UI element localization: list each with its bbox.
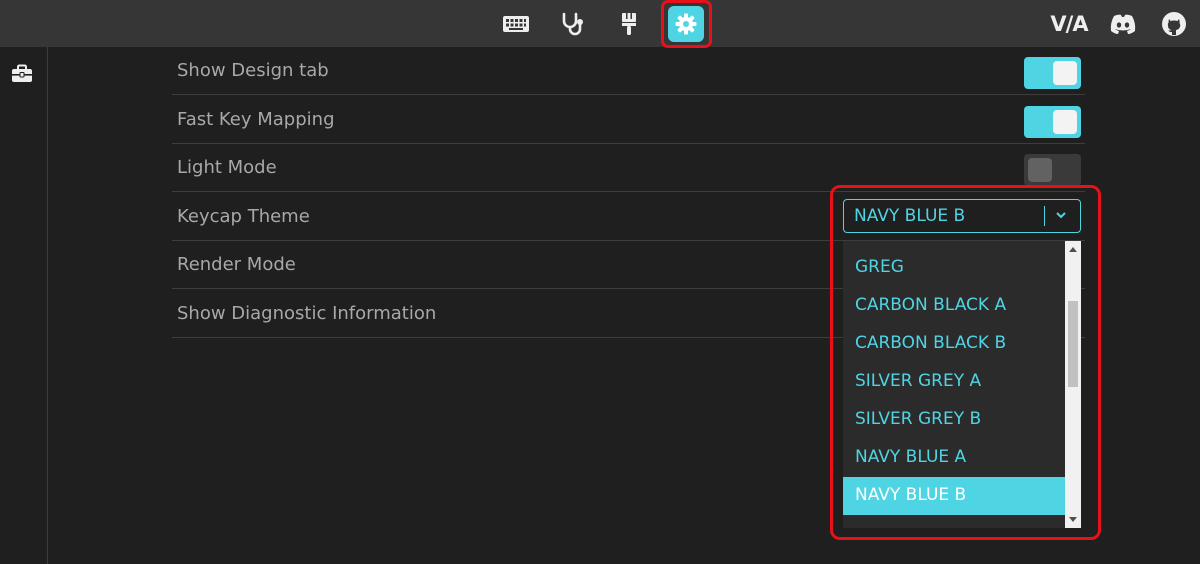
- scroll-up-arrow[interactable]: [1069, 247, 1077, 252]
- select-separator: [1044, 206, 1045, 226]
- via-logo[interactable]: V/A: [1047, 9, 1091, 39]
- github-icon[interactable]: [1160, 9, 1188, 39]
- keycap-theme-options-list[interactable]: GREG CARBON BLACK A CARBON BLACK B SILVE…: [843, 241, 1081, 528]
- option-carbon-black-b[interactable]: CARBON BLACK B: [843, 325, 1065, 363]
- options-scrollbar[interactable]: [1065, 241, 1081, 528]
- row-label: Keycap Theme: [177, 206, 310, 227]
- option-silver-grey-b[interactable]: SILVER GREY B: [843, 401, 1065, 439]
- option-greg[interactable]: GREG: [843, 249, 1065, 287]
- discord-icon[interactable]: [1108, 9, 1138, 39]
- keyboard-icon[interactable]: [498, 6, 534, 42]
- stethoscope-icon[interactable]: [554, 6, 590, 42]
- light-mode-toggle[interactable]: [1024, 154, 1081, 186]
- scroll-down-arrow[interactable]: [1069, 517, 1077, 522]
- via-logo-text: V/A: [1050, 12, 1088, 36]
- toolbox-icon[interactable]: [11, 64, 33, 84]
- paintbrush-icon[interactable]: [611, 6, 647, 42]
- keycap-theme-select[interactable]: NAVY BLUE B: [843, 199, 1081, 233]
- keycap-theme-selected-value: NAVY BLUE B: [854, 206, 966, 226]
- settings-row-show-design-tab: Show Design tab: [172, 47, 1085, 95]
- option-carbon-black-a[interactable]: CARBON BLACK A: [843, 287, 1065, 325]
- row-label: Light Mode: [177, 157, 277, 178]
- settings-row-light-mode: Light Mode: [172, 144, 1085, 192]
- settings-row-fast-key-mapping: Fast Key Mapping: [172, 96, 1085, 144]
- chevron-down-icon: [1056, 212, 1066, 219]
- row-label: Show Design tab: [177, 60, 329, 81]
- toggle-knob: [1028, 158, 1052, 182]
- show-design-tab-toggle[interactable]: [1024, 57, 1081, 89]
- scrollbar-thumb[interactable]: [1068, 301, 1078, 387]
- option-silver-grey-a[interactable]: SILVER GREY A: [843, 363, 1065, 401]
- row-label: Render Mode: [177, 254, 296, 275]
- gear-icon[interactable]: [668, 6, 704, 42]
- toggle-knob: [1053, 110, 1077, 134]
- top-navigation-bar: V/A: [0, 0, 1200, 48]
- option-navy-blue-b[interactable]: NAVY BLUE B: [843, 477, 1065, 515]
- sidebar: [0, 47, 48, 564]
- fast-key-mapping-toggle[interactable]: [1024, 106, 1081, 138]
- option-navy-blue-a[interactable]: NAVY BLUE A: [843, 439, 1065, 477]
- row-label: Fast Key Mapping: [177, 109, 335, 130]
- row-label: Show Diagnostic Information: [177, 303, 437, 324]
- toggle-knob: [1053, 61, 1077, 85]
